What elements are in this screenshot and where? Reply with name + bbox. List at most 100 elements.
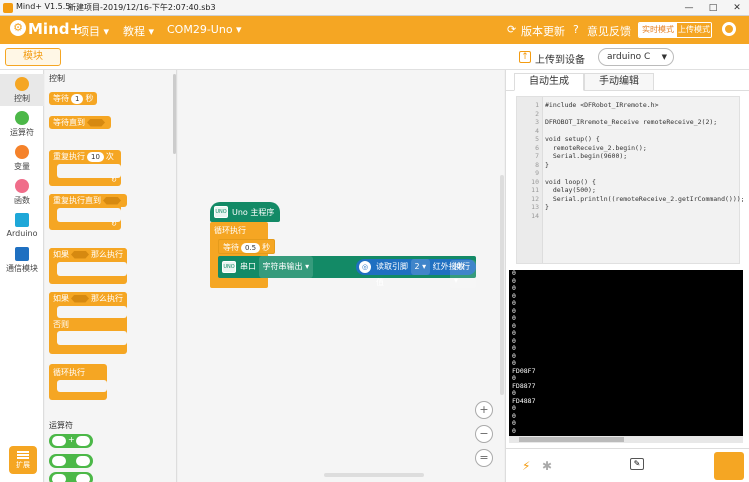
window-titlebar: Mind+ V1.5.5 新建项目-2019/12/16-下午2:07:40.s… bbox=[0, 0, 749, 16]
code-panel: 自动生成 手动编辑 1 2 3 4 5 6 7 8 9 10 11 12 13 14 #include <… bbox=[505, 70, 749, 482]
category-label: 运算符 bbox=[10, 128, 34, 137]
module-tab[interactable]: 模块 bbox=[5, 48, 61, 66]
output-format-dropdown[interactable]: 字符串输出 ▾ bbox=[258, 256, 314, 278]
serial-output-line: 0 bbox=[512, 374, 516, 382]
newline-dropdown[interactable]: 换行 ▾ bbox=[450, 260, 476, 288]
tab-manual-edit[interactable]: 手动编辑 bbox=[584, 73, 654, 91]
category-variables[interactable]: 变量 bbox=[0, 142, 44, 174]
wait-unit: 秒 bbox=[85, 94, 94, 103]
code-line: DFROBOT_IRremote_Receive remoteReceive_2… bbox=[545, 118, 718, 126]
line-number: 14 bbox=[531, 211, 539, 220]
disconnect-icon[interactable]: ✱ bbox=[542, 459, 552, 473]
clear-output-icon[interactable]: ✎ bbox=[630, 458, 644, 470]
serial-print-block[interactable]: UNO 串口 字符串输出 ▾ ◎ 读取引脚 2 ▾ 红外接收值 换行 ▾ bbox=[218, 256, 476, 288]
update-button[interactable]: 版本更新 bbox=[521, 23, 565, 39]
script-workspace[interactable]: UNO Uno 主程序 循环执行 等待 0.5 秒 UNO 串口 字符串输出 ▾ ◎… bbox=[178, 70, 504, 482]
category-control[interactable]: 控制 bbox=[0, 74, 44, 106]
wait-block[interactable]: 等待 0.5 秒 bbox=[218, 239, 276, 254]
serial-output-line: 0 bbox=[512, 314, 516, 322]
condition-slot[interactable] bbox=[87, 118, 105, 127]
code-editor[interactable]: 1 2 3 4 5 6 7 8 9 10 11 12 13 14 #include <DFRobot_IR… bbox=[516, 96, 745, 264]
uno-main-hat-block[interactable]: UNO Uno 主程序 bbox=[210, 202, 280, 222]
add-operator-block[interactable]: + bbox=[49, 434, 93, 448]
serial-output-line: 0 bbox=[512, 284, 516, 292]
tutorial-menu[interactable]: 教程 ▾ bbox=[123, 23, 154, 39]
code-line: void setup() { bbox=[545, 135, 600, 143]
serial-output-line: FD08F7 bbox=[512, 366, 536, 375]
serial-scrollbar[interactable] bbox=[509, 436, 743, 443]
line-number: 7 bbox=[535, 152, 539, 160]
line-number: 10 bbox=[531, 177, 539, 186]
tab-auto-generate[interactable]: 自动生成 bbox=[514, 73, 584, 91]
mode-toggle[interactable]: 实时模式 上传模式 bbox=[638, 22, 712, 38]
settings-gear-icon[interactable] bbox=[722, 22, 736, 36]
repeat-label: 重复执行 bbox=[53, 152, 85, 161]
category-communication[interactable]: 通信模块 bbox=[0, 244, 44, 276]
serial-output-line: 0 bbox=[512, 321, 516, 330]
workspace-vertical-scrollbar[interactable] bbox=[500, 175, 504, 395]
code-line: } bbox=[545, 160, 549, 169]
serial-output-line: 0 bbox=[512, 426, 516, 435]
line-gutter: 1 2 3 4 5 6 7 8 9 10 11 12 13 14 bbox=[517, 97, 543, 263]
category-operators[interactable]: 运算符 bbox=[0, 108, 44, 140]
feedback-button[interactable]: 意见反馈 bbox=[587, 23, 631, 39]
condition-slot[interactable] bbox=[103, 196, 121, 205]
realtime-mode-button[interactable]: 实时模式 bbox=[639, 23, 677, 37]
wait-until-block[interactable]: 等待直到 bbox=[49, 116, 111, 129]
upload-icon[interactable]: ↑ bbox=[519, 51, 531, 63]
category-label: 变量 bbox=[14, 162, 30, 171]
operator-block[interactable] bbox=[49, 472, 93, 482]
if-else-block[interactable]: 如果 那么执行 bbox=[49, 292, 127, 305]
condition-slot[interactable] bbox=[71, 250, 89, 259]
infrared-icon: ◎ bbox=[359, 261, 371, 273]
maximize-icon[interactable]: □ bbox=[701, 0, 725, 16]
forever-block[interactable]: 循环执行 bbox=[49, 366, 89, 379]
repeat-input[interactable]: 10 bbox=[87, 151, 104, 162]
main-program-label: Uno 主程序 bbox=[232, 208, 275, 217]
board-select[interactable]: arduino C ▼ bbox=[598, 48, 674, 66]
project-menu[interactable]: 项目 ▾ bbox=[78, 23, 109, 39]
else-slot bbox=[57, 331, 127, 345]
repeat-until-block[interactable]: 重复执行直到 bbox=[49, 194, 127, 207]
port-menu[interactable]: COM29-Uno ▾ bbox=[167, 23, 242, 36]
code-line: Serial.println((remoteReceive_2.getIrCom… bbox=[545, 194, 745, 203]
zoom-in-button[interactable]: + bbox=[475, 401, 493, 419]
palette-scrollbar[interactable] bbox=[173, 74, 176, 154]
uno-board-icon: UNO bbox=[222, 261, 236, 273]
zoom-reset-button[interactable]: = bbox=[475, 449, 493, 467]
loop-arrow-icon: ↻ bbox=[111, 176, 117, 184]
extension-button[interactable]: 扩展 bbox=[9, 446, 37, 474]
sub-toolbar: 模块 ↑ 上传到设备 arduino C ▼ bbox=[0, 44, 749, 70]
update-icon[interactable]: ⟳ bbox=[507, 23, 516, 36]
serial-output-line: 0 bbox=[512, 336, 516, 345]
else-label: 否则 bbox=[53, 320, 69, 329]
pin-dropdown[interactable]: 2 ▾ bbox=[410, 259, 431, 275]
serial-toolbar: ⚡ ✱ ✎ bbox=[506, 448, 749, 482]
wait-seconds-input[interactable]: 0.5 bbox=[241, 242, 261, 253]
workspace-horizontal-scrollbar[interactable] bbox=[324, 473, 424, 477]
close-icon[interactable]: ✕ bbox=[725, 0, 749, 16]
category-arduino[interactable]: Arduino bbox=[0, 210, 44, 242]
repeat-block[interactable]: 重复执行 10 次 bbox=[49, 150, 118, 163]
operator-block[interactable] bbox=[49, 454, 93, 468]
condition-slot[interactable] bbox=[71, 294, 89, 303]
if-slot bbox=[57, 306, 127, 318]
wait-block[interactable]: 等待 1 秒 bbox=[49, 92, 98, 105]
wait-input[interactable]: 1 bbox=[71, 93, 84, 104]
serial-output-line: 0 bbox=[512, 411, 516, 420]
minimize-icon[interactable]: — bbox=[677, 0, 701, 16]
upload-button[interactable]: 上传到设备 bbox=[535, 51, 585, 66]
zoom-out-button[interactable]: − bbox=[475, 425, 493, 443]
serial-monitor[interactable]: 0 0 0 0 0 0 0 0 0 0 0 0 0 FD08F7 0 FD8877 0 FD4887 0 0 0 0 bbox=[509, 270, 743, 442]
scrollbar-thumb[interactable] bbox=[519, 437, 624, 442]
serial-output-line: 0 bbox=[512, 351, 516, 360]
serial-output-line: 0 bbox=[512, 276, 516, 285]
line-number: 12 bbox=[531, 194, 539, 203]
category-label: 控制 bbox=[14, 94, 30, 103]
menu-bar: ⚙ Mind+ 项目 ▾ 教程 ▾ COM29-Uno ▾ ⟳ 版本更新 ? 意见… bbox=[0, 16, 749, 44]
if-then-block[interactable]: 如果 那么执行 bbox=[49, 248, 127, 261]
feedback-icon[interactable]: ? bbox=[573, 23, 579, 36]
category-functions[interactable]: 函数 bbox=[0, 176, 44, 208]
upload-mode-button[interactable]: 上传模式 bbox=[677, 23, 711, 37]
usb-connect-icon[interactable]: ⚡ bbox=[522, 459, 530, 473]
